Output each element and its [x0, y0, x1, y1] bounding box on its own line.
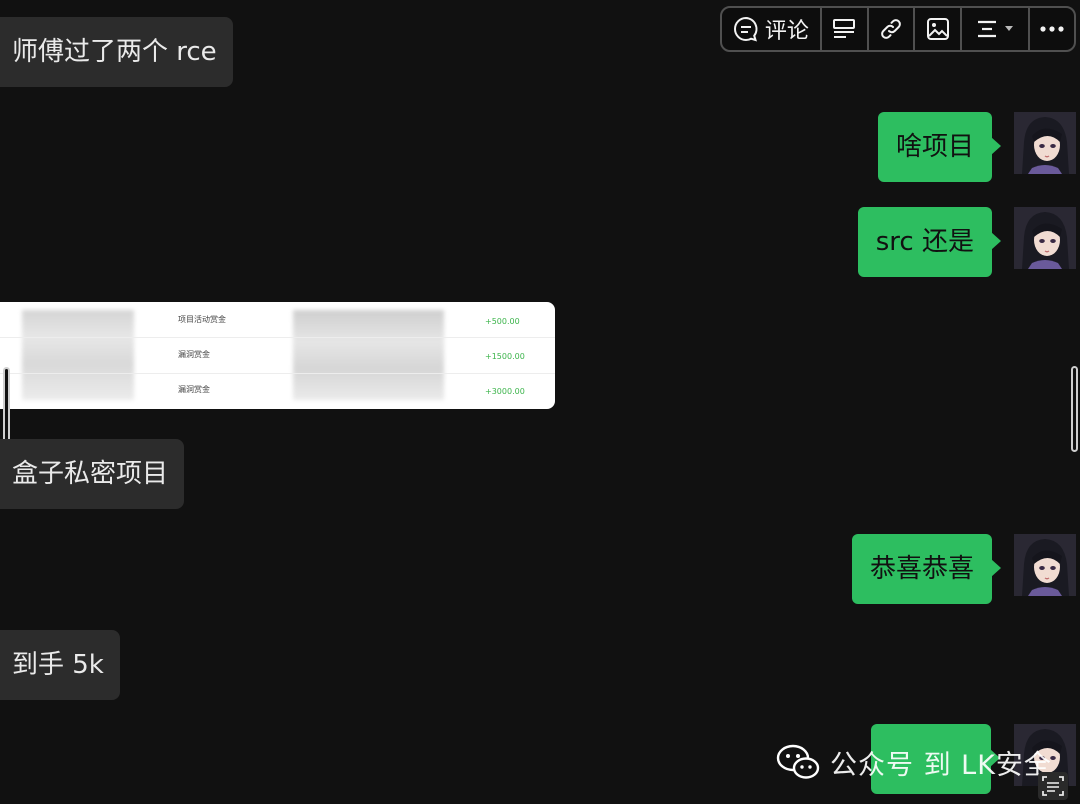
- watermark: 公众号 到 LK安全: [776, 740, 1052, 784]
- avatar[interactable]: [1014, 207, 1076, 269]
- message-toolbar: 评论: [720, 6, 1076, 52]
- message-text: 恭喜恭喜: [869, 554, 974, 584]
- outgoing-message[interactable]: 啥项目: [877, 112, 1002, 182]
- reward-row: 项目活动赏金 +500.00: [0, 302, 555, 338]
- reward-row: 漏洞赏金 +1500.00: [0, 338, 555, 374]
- message-text: 师傅过了两个 rce: [12, 37, 217, 67]
- outgoing-message[interactable]: 恭喜恭喜: [851, 534, 1002, 604]
- reward-amount: +3000.00: [485, 387, 525, 396]
- more-icon: [1040, 26, 1064, 32]
- wechat-icon: [776, 744, 820, 779]
- message-text: 啥项目: [895, 132, 974, 162]
- align-icon: [978, 20, 997, 38]
- reward-category: 漏洞赏金: [178, 350, 210, 359]
- avatar[interactable]: [1014, 112, 1076, 174]
- link-button[interactable]: [869, 8, 916, 50]
- reward-amount: +500.00: [485, 317, 520, 326]
- reward-category: 漏洞赏金: [178, 385, 210, 394]
- avatar-image: [1014, 112, 1076, 174]
- watermark-text: 公众号 到 LK安全: [830, 749, 1052, 781]
- incoming-message[interactable]: 盒子私密项目: [0, 439, 185, 509]
- right-resize-handle[interactable]: [1071, 366, 1078, 452]
- card-button[interactable]: [822, 8, 869, 50]
- comment-label: 评论: [764, 19, 809, 44]
- avatar[interactable]: [1014, 534, 1076, 596]
- comment-icon: [733, 16, 758, 42]
- message-text: src 还是: [875, 227, 974, 257]
- avatar-image: [1014, 207, 1076, 269]
- image-button[interactable]: [915, 8, 963, 50]
- message-text: 盒子私密项目: [12, 459, 169, 489]
- card-icon: [833, 19, 856, 38]
- align-button[interactable]: [962, 8, 1031, 50]
- avatar-image: [1014, 534, 1076, 596]
- shared-image[interactable]: 项目活动赏金 +500.00 漏洞赏金 +1500.00 漏洞赏金 +3000.…: [0, 302, 555, 409]
- reward-amount: +1500.00: [485, 352, 525, 361]
- link-icon: [881, 19, 901, 39]
- caret-down-icon: [1005, 26, 1014, 31]
- more-button[interactable]: [1030, 8, 1074, 50]
- outgoing-message[interactable]: src 还是: [857, 207, 1002, 277]
- incoming-message[interactable]: 到手 5k: [0, 630, 120, 700]
- reward-category: 项目活动赏金: [178, 315, 226, 324]
- scan-text-icon[interactable]: [1038, 772, 1068, 800]
- message-text: 到手 5k: [12, 650, 104, 680]
- incoming-message[interactable]: 师傅过了两个 rce: [0, 17, 233, 87]
- reward-row: 漏洞赏金 +3000.00: [0, 373, 555, 408]
- image-icon: [926, 18, 949, 40]
- comment-button[interactable]: 评论: [722, 8, 822, 50]
